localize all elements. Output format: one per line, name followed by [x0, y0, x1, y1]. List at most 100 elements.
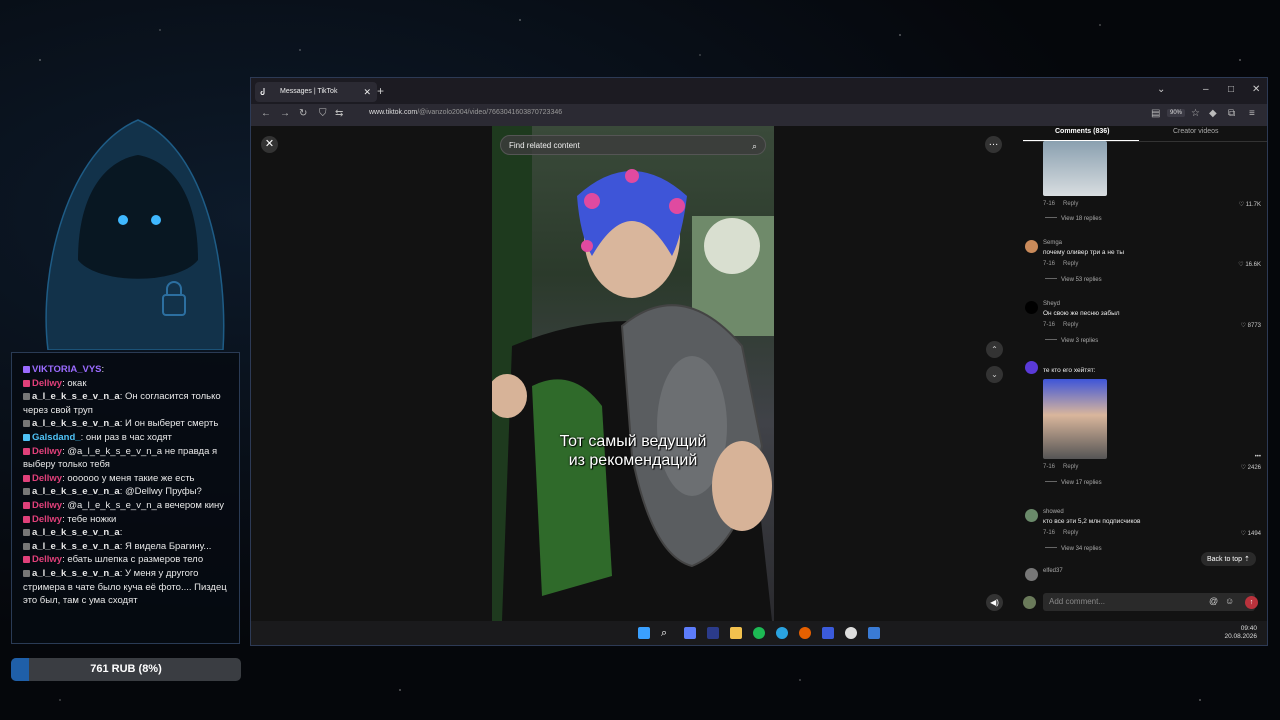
- menu-icon[interactable]: ≡: [1249, 108, 1255, 119]
- add-comment-placeholder: Add comment...: [1049, 597, 1106, 606]
- chat-text: ебать шлепка с размеров тело: [67, 554, 204, 566]
- tab-comments[interactable]: Comments (836): [1055, 128, 1109, 135]
- chat-nickname[interactable]: Dellwy: [32, 378, 62, 389]
- avatar[interactable]: [1025, 301, 1038, 314]
- close-video-button[interactable]: ✕: [261, 136, 278, 153]
- reply-button[interactable]: Reply: [1063, 530, 1078, 536]
- chat-nickname[interactable]: Dellwy: [32, 500, 62, 511]
- reply-button[interactable]: Reply: [1063, 464, 1078, 470]
- video-player[interactable]: Тот самый ведущий из рекомендаций: [492, 126, 774, 621]
- view-replies-button[interactable]: View 34 replies: [1045, 546, 1102, 552]
- chat-nickname[interactable]: Dellwy: [32, 514, 62, 525]
- chat-badge-icon: [23, 433, 30, 441]
- firefox-icon[interactable]: [799, 627, 811, 639]
- previous-video-button[interactable]: ⌃: [986, 341, 1003, 358]
- new-tab-button[interactable]: +: [377, 84, 384, 98]
- folder-icon[interactable]: [730, 627, 742, 639]
- obs-icon[interactable]: [845, 627, 857, 639]
- shield-icon[interactable]: ⛉: [319, 108, 327, 119]
- minimize-button[interactable]: –: [1203, 84, 1209, 95]
- chat-message: VIKTORIA_VYS:: [23, 363, 229, 377]
- chat-nickname[interactable]: a_l_e_k_s_e_v_n_a: [32, 391, 120, 402]
- telegram-icon[interactable]: [776, 627, 788, 639]
- zoom-level[interactable]: 90%: [1167, 109, 1186, 117]
- chat-nickname[interactable]: a_l_e_k_s_e_v_n_a: [32, 527, 120, 538]
- spotify-icon[interactable]: [753, 627, 765, 639]
- comment-username[interactable]: showed: [1043, 509, 1064, 515]
- chat-badge-icon: [23, 515, 30, 523]
- forward-icon[interactable]: →: [280, 108, 290, 119]
- vscode-icon[interactable]: [707, 627, 719, 639]
- find-related-search[interactable]: Find related content ⌕: [500, 135, 766, 155]
- emoji-icon[interactable]: ☺: [1225, 596, 1234, 606]
- chat-nickname[interactable]: Dellwy: [32, 473, 62, 484]
- like-count[interactable]: ♡ 1494: [1241, 530, 1261, 537]
- permissions-icon[interactable]: ⇆: [335, 108, 343, 119]
- like-count[interactable]: ♡ 11.7K: [1239, 201, 1261, 208]
- comment-text: Он свою же песню забыл: [1043, 310, 1120, 317]
- chat-nickname[interactable]: a_l_e_k_s_e_v_n_a: [32, 541, 120, 552]
- back-to-top-button[interactable]: Back to top ⇡: [1201, 552, 1256, 566]
- chat-nickname[interactable]: Dellwy: [32, 446, 62, 457]
- maximize-button[interactable]: □: [1228, 84, 1234, 95]
- avatar[interactable]: [1025, 361, 1038, 374]
- chat-text: @a_l_e_k_s_e_v_n_a вечером кину: [67, 499, 225, 511]
- like-count[interactable]: ♡ 2426: [1241, 464, 1261, 471]
- send-comment-button[interactable]: ↑: [1245, 596, 1258, 609]
- avatar[interactable]: [1025, 240, 1038, 253]
- app-icon[interactable]: [868, 627, 880, 639]
- mention-icon[interactable]: @: [1209, 596, 1218, 606]
- my-avatar: [1023, 596, 1036, 609]
- tab-tiktok[interactable]: Messages | TikTok ✕: [255, 82, 377, 102]
- search-icon[interactable]: ⌕: [661, 627, 673, 639]
- chat-nickname[interactable]: Dellwy: [32, 554, 62, 565]
- extension-icon[interactable]: ◆: [1209, 108, 1217, 119]
- chat-message: a_l_e_k_s_e_v_n_a: И он выберет смерть: [23, 417, 229, 431]
- close-window-button[interactable]: ✕: [1252, 84, 1260, 95]
- chat-nickname[interactable]: a_l_e_k_s_e_v_n_a: [32, 486, 120, 497]
- chat-nickname[interactable]: VIKTORIA_VYS: [32, 364, 102, 375]
- tab-list-icon[interactable]: ⌄: [1157, 84, 1165, 95]
- app-icon[interactable]: [684, 627, 696, 639]
- bookmark-star-icon[interactable]: ☆: [1191, 108, 1200, 119]
- comment-username[interactable]: Sheyd: [1043, 301, 1060, 307]
- search-icon[interactable]: ⌕: [752, 136, 757, 156]
- avatar[interactable]: [1025, 509, 1038, 522]
- puzzle-icon[interactable]: ⧉: [1228, 108, 1235, 119]
- comment-username[interactable]: Semga: [1043, 240, 1062, 246]
- reload-icon[interactable]: ↻: [299, 108, 307, 119]
- view-replies-button[interactable]: View 17 replies: [1045, 480, 1102, 486]
- start-icon[interactable]: [638, 627, 650, 639]
- url-bar[interactable]: www.tiktok.com/@ivanzolo2004/video/76630…: [369, 109, 562, 116]
- like-count[interactable]: ♡ 8773: [1241, 322, 1261, 329]
- comment-meta: 7-16 Reply: [1043, 530, 1079, 536]
- reply-button[interactable]: Reply: [1063, 201, 1078, 207]
- comment-username[interactable]: elfed37: [1043, 568, 1063, 574]
- avatar[interactable]: [1025, 568, 1038, 581]
- back-icon[interactable]: ←: [261, 108, 271, 119]
- view-replies-button[interactable]: View 53 replies: [1045, 277, 1102, 283]
- like-count[interactable]: ♡ 16.6K: [1238, 261, 1261, 268]
- comment-image[interactable]: [1043, 379, 1107, 459]
- tab-creator-videos[interactable]: Creator videos: [1173, 128, 1219, 135]
- comment-more-icon[interactable]: •••: [1255, 454, 1261, 460]
- chat-nickname[interactable]: Galsdand_: [32, 432, 81, 443]
- view-replies-button[interactable]: View 3 replies: [1045, 338, 1098, 344]
- comment-image[interactable]: [1043, 141, 1107, 196]
- reply-button[interactable]: Reply: [1063, 261, 1078, 267]
- app-icon[interactable]: [822, 627, 834, 639]
- reader-icon[interactable]: ▤: [1151, 108, 1160, 119]
- reply-button[interactable]: Reply: [1063, 322, 1078, 328]
- chat-message: Dellwy: оооооо у меня такие же есть: [23, 472, 229, 486]
- add-comment-input[interactable]: Add comment...: [1043, 593, 1255, 611]
- chat-text: они раз в час ходят: [85, 431, 172, 443]
- volume-icon[interactable]: ◀): [986, 594, 1003, 611]
- more-options-icon[interactable]: …: [985, 136, 1002, 153]
- chat-nickname[interactable]: a_l_e_k_s_e_v_n_a: [32, 418, 120, 429]
- view-replies-button[interactable]: View 18 replies: [1045, 216, 1102, 222]
- hooded-cat-mascot: [45, 119, 225, 350]
- close-tab-icon[interactable]: ✕: [363, 82, 371, 102]
- chat-nickname[interactable]: a_l_e_k_s_e_v_n_a: [32, 568, 120, 579]
- chat-message: Dellwy: окак: [23, 377, 229, 391]
- next-video-button[interactable]: ⌄: [986, 366, 1003, 383]
